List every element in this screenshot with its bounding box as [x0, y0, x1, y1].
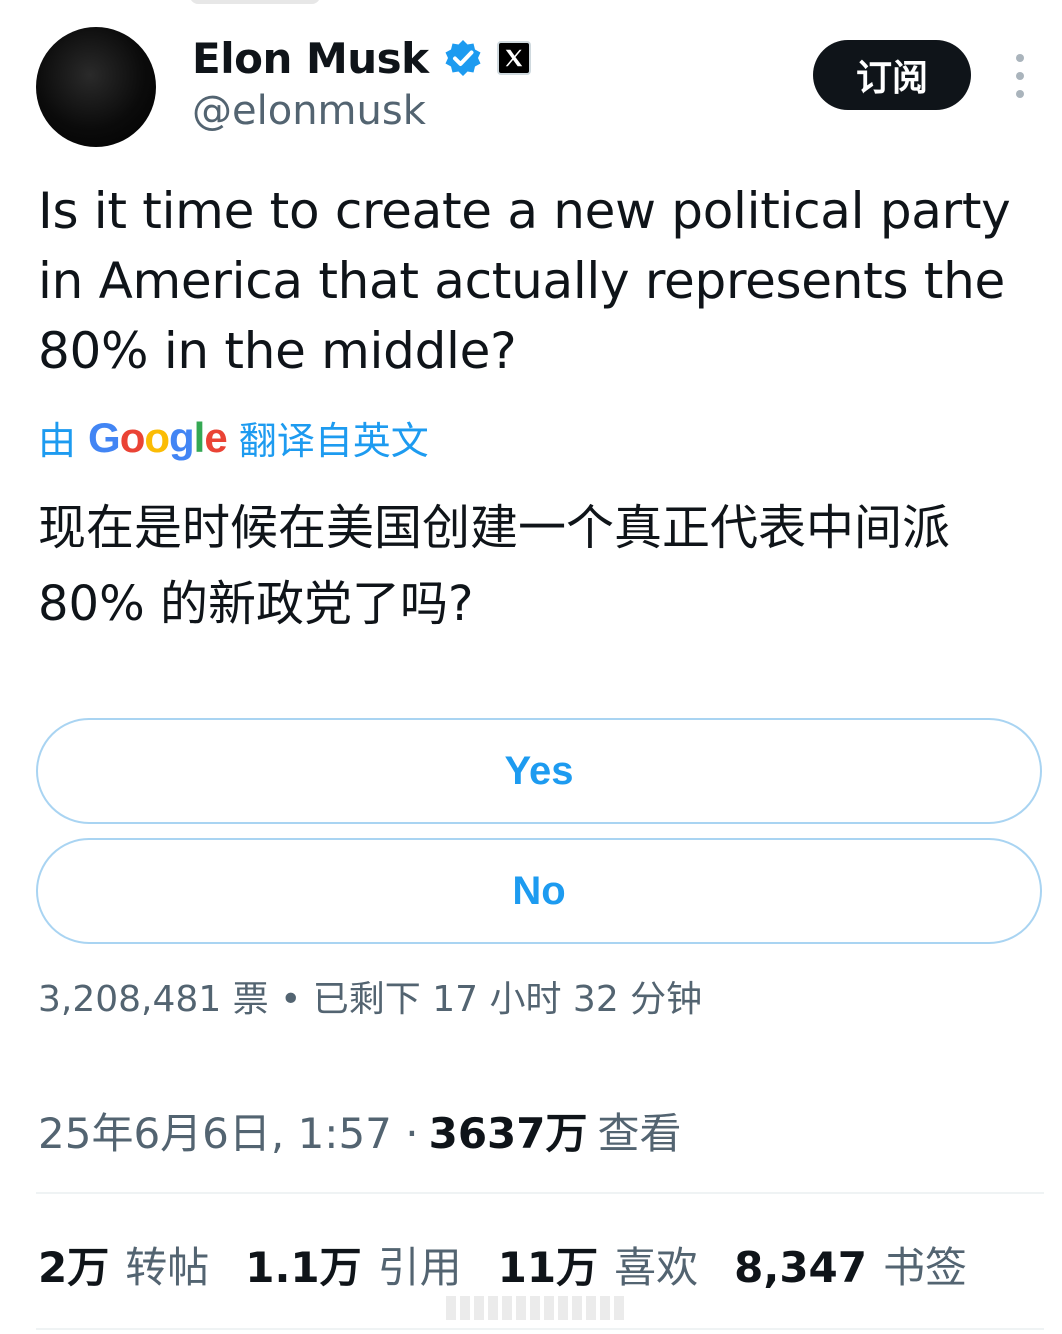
- timestamp-row: 25年6月6日, 1:57 · 3637万 查看: [38, 1100, 682, 1161]
- divider: [36, 1328, 1044, 1330]
- stat-likes[interactable]: 11万 喜欢: [498, 1234, 698, 1295]
- stat-count: 2万: [38, 1243, 110, 1292]
- subscribe-button[interactable]: 订阅: [813, 40, 971, 110]
- cropped-header-fragment: [190, 0, 320, 4]
- stat-count: 1.1万: [245, 1243, 362, 1292]
- stat-quotes[interactable]: 1.1万 引用: [245, 1234, 461, 1295]
- author-name[interactable]: Elon Musk: [192, 34, 429, 83]
- stat-count: 8,347: [734, 1243, 867, 1292]
- more-vertical-icon[interactable]: [1008, 54, 1032, 98]
- translation-suffix: 翻译自英文: [238, 419, 429, 463]
- avatar[interactable]: [36, 27, 156, 147]
- stat-label: 引用: [377, 1243, 462, 1292]
- watermark: [446, 1296, 626, 1320]
- stat-bookmarks[interactable]: 8,347 书签: [734, 1234, 967, 1295]
- views-count: 3637万: [428, 1109, 588, 1158]
- author-name-row: Elon Musk: [192, 30, 531, 86]
- google-logo: Google: [88, 413, 228, 461]
- poll-option-no[interactable]: No: [36, 838, 1042, 944]
- stat-label: 喜欢: [614, 1243, 699, 1292]
- engagement-stats: 2万 转帖 1.1万 引用 11万 喜欢 8,347 书签: [38, 1234, 967, 1295]
- tweet-date[interactable]: 25年6月6日, 1:57 ·: [38, 1100, 419, 1161]
- poll-option-yes[interactable]: Yes: [36, 718, 1042, 824]
- views-label: 查看: [597, 1109, 682, 1158]
- poll-meta: 3,208,481 票 • 已剩下 17 小时 32 分钟: [38, 979, 703, 1020]
- translation-prefix: 由: [38, 419, 77, 463]
- translated-text: 现在是时候在美国创建一个真正代表中间派 80% 的新政党了吗?: [38, 500, 951, 632]
- divider: [36, 1192, 1044, 1194]
- stat-count: 11万: [497, 1243, 599, 1292]
- translation-attribution[interactable]: 由 Google 翻译自英文: [38, 410, 429, 465]
- author-handle[interactable]: @elonmusk: [192, 88, 426, 134]
- tweet-text: Is it time to create a new political par…: [38, 182, 1011, 380]
- x-logo-icon[interactable]: [496, 41, 531, 75]
- stat-label: 转帖: [125, 1243, 210, 1292]
- verified-badge-icon[interactable]: [443, 38, 483, 78]
- stat-label: 书签: [883, 1243, 968, 1292]
- stat-reposts[interactable]: 2万 转帖: [38, 1234, 209, 1295]
